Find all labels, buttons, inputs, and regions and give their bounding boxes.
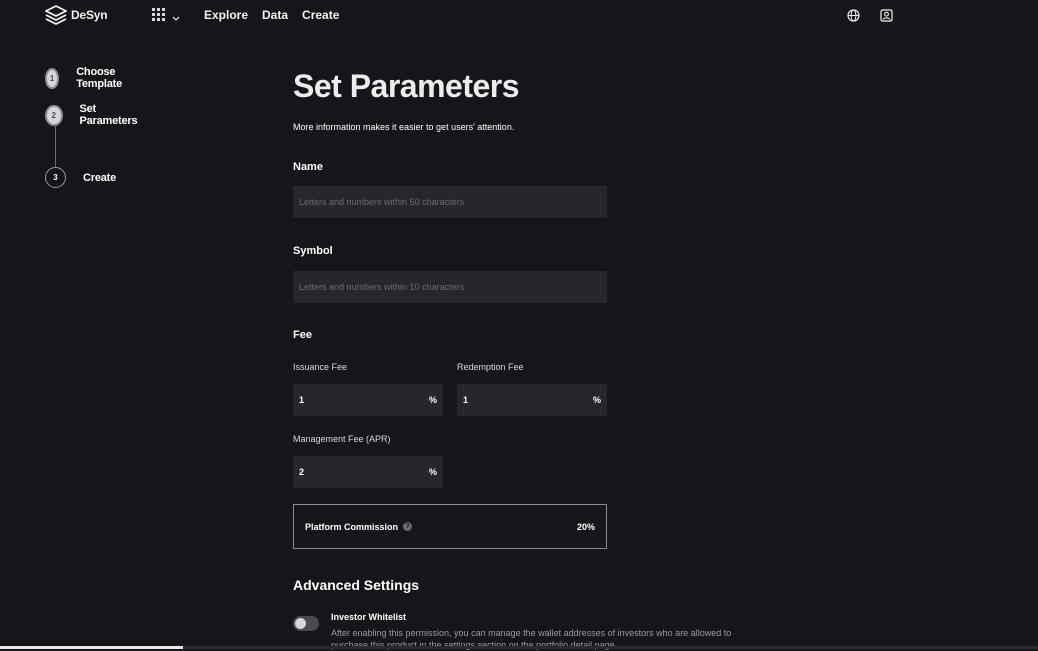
toggle-knob	[295, 618, 306, 629]
symbol-label: Symbol	[293, 245, 333, 257]
platform-commission-box: Platform Commission ? 20%	[293, 504, 607, 549]
step-label: Choose Template	[76, 66, 123, 90]
redemption-fee-input[interactable]: 1 %	[457, 384, 607, 416]
redemption-fee-value: 1	[463, 395, 469, 405]
investor-whitelist-title: Investor Whitelist	[331, 612, 407, 622]
desyn-logo[interactable]: DeSyn	[45, 5, 108, 25]
layers-logo-icon	[45, 5, 67, 25]
step-choose-template[interactable]: 1 Choose Template	[45, 66, 129, 90]
redemption-fee-label: Redemption Fee	[457, 362, 524, 372]
percent-unit: %	[592, 395, 601, 405]
platform-commission-label: Platform Commission	[305, 521, 399, 532]
nav-create[interactable]: Create	[302, 8, 339, 22]
advanced-settings-title: Advanced Settings	[293, 577, 420, 593]
step-number: 2	[45, 104, 63, 126]
top-nav: DeSyn Explore Data Create	[0, 0, 1038, 30]
page-title: Set Parameters	[293, 68, 520, 104]
globe-icon[interactable]	[847, 9, 860, 22]
issuance-fee-input[interactable]: 1 %	[293, 384, 443, 416]
apps-grid-icon	[152, 8, 166, 27]
step-label: Set Parameters	[79, 103, 138, 127]
fee-label: Fee	[293, 329, 312, 341]
chevron-down-icon	[172, 9, 180, 27]
management-fee-value: 2	[299, 467, 305, 477]
percent-unit: %	[428, 467, 437, 477]
nav-explore[interactable]: Explore	[204, 8, 248, 22]
symbol-input[interactable]	[293, 271, 607, 303]
step-number: 1	[45, 67, 60, 89]
step-label: Create	[83, 171, 117, 184]
help-icon[interactable]: ?	[403, 522, 413, 531]
step-set-parameters[interactable]: 2 Set Parameters	[45, 103, 141, 127]
platform-commission-value: 20%	[576, 521, 595, 532]
name-input[interactable]	[293, 186, 607, 218]
investor-whitelist-toggle[interactable]	[293, 616, 319, 631]
management-fee-label: Management Fee (APR)	[293, 434, 391, 444]
nav-data[interactable]: Data	[262, 8, 288, 22]
account-icon[interactable]	[880, 9, 893, 22]
main-nav: Explore Data Create	[204, 8, 353, 22]
name-label: Name	[293, 161, 323, 173]
step-create[interactable]: 3 Create	[45, 167, 116, 188]
issuance-fee-label: Issuance Fee	[293, 362, 348, 372]
page-subtitle: More information makes it easier to get …	[293, 122, 515, 132]
issuance-fee-value: 1	[299, 395, 305, 405]
logo-text: DeSyn	[71, 8, 108, 22]
step-connector	[55, 125, 56, 167]
percent-unit: %	[428, 395, 437, 405]
step-number: 3	[45, 167, 66, 188]
management-fee-input[interactable]: 2 %	[293, 456, 443, 488]
apps-menu-button[interactable]	[152, 8, 180, 27]
